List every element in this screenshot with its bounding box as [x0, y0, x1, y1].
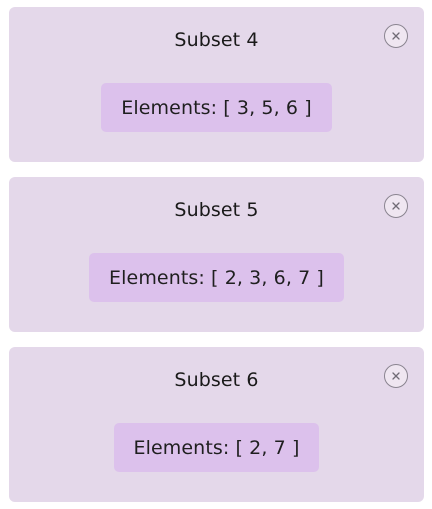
elements-row: Elements: [ 2, 7 ]	[9, 423, 424, 472]
subset-card: Subset 5 Elements: [ 2, 3, 6, 7 ]	[9, 177, 424, 332]
subset-card: Subset 6 Elements: [ 2, 7 ]	[9, 347, 424, 502]
remove-subset-button[interactable]	[384, 24, 408, 48]
close-icon	[392, 372, 400, 380]
subset-list: Subset 4 Elements: [ 3, 5, 6 ] Subset 5 …	[0, 0, 432, 509]
subset-card: Subset 4 Elements: [ 3, 5, 6 ]	[9, 7, 424, 162]
subset-title: Subset 4	[174, 29, 259, 51]
elements-chip: Elements: [ 3, 5, 6 ]	[101, 83, 332, 132]
elements-chip: Elements: [ 2, 7 ]	[113, 423, 320, 472]
elements-row: Elements: [ 2, 3, 6, 7 ]	[9, 253, 424, 302]
elements-row: Elements: [ 3, 5, 6 ]	[9, 83, 424, 132]
subset-title: Subset 6	[174, 369, 259, 391]
subset-title: Subset 5	[174, 199, 259, 221]
remove-subset-button[interactable]	[384, 364, 408, 388]
close-icon	[392, 32, 400, 40]
close-icon	[392, 202, 400, 210]
remove-subset-button[interactable]	[384, 194, 408, 218]
elements-chip: Elements: [ 2, 3, 6, 7 ]	[89, 253, 344, 302]
